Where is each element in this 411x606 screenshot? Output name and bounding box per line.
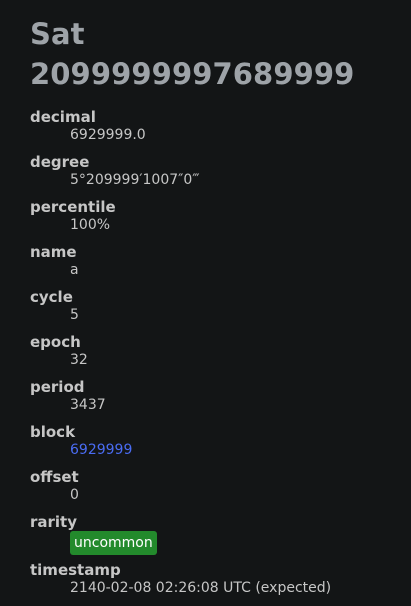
period-label: period	[30, 378, 85, 396]
period-value: 3437	[70, 397, 106, 413]
percentile-value: 100%	[70, 217, 111, 233]
cycle-label: cycle	[30, 288, 73, 306]
offset-value: 0	[70, 487, 79, 503]
rarity-value: uncommon	[70, 531, 411, 555]
rarity-label: rarity	[30, 513, 78, 531]
name-label: name	[30, 243, 77, 261]
decimal-label: decimal	[30, 108, 96, 126]
sat-details-list: decimal 6929999.0 degree 5°209999′1007″0…	[30, 108, 411, 597]
decimal-value: 6929999.0	[70, 127, 146, 143]
offset-label: offset	[30, 468, 79, 486]
block-value: 6929999	[70, 441, 411, 459]
epoch-value: 32	[70, 352, 88, 368]
percentile-label: percentile	[30, 198, 116, 216]
degree-label: degree	[30, 153, 90, 171]
rarity-badge: uncommon	[70, 531, 157, 555]
timestamp-label: timestamp	[30, 561, 121, 579]
degree-value: 5°209999′1007″0‴	[70, 172, 200, 188]
timestamp-value: 2140-02-08 02:26:08 UTC (expected)	[70, 580, 332, 596]
sat-page: Sat 2099999997689999 decimal 6929999.0 d…	[30, 14, 411, 606]
epoch-label: epoch	[30, 333, 81, 351]
page-title: Sat 2099999997689999	[30, 17, 355, 91]
name-value: a	[70, 262, 79, 278]
cycle-value: 5	[70, 307, 79, 323]
block-label: block	[30, 423, 76, 441]
block-link[interactable]: 6929999	[70, 442, 132, 458]
